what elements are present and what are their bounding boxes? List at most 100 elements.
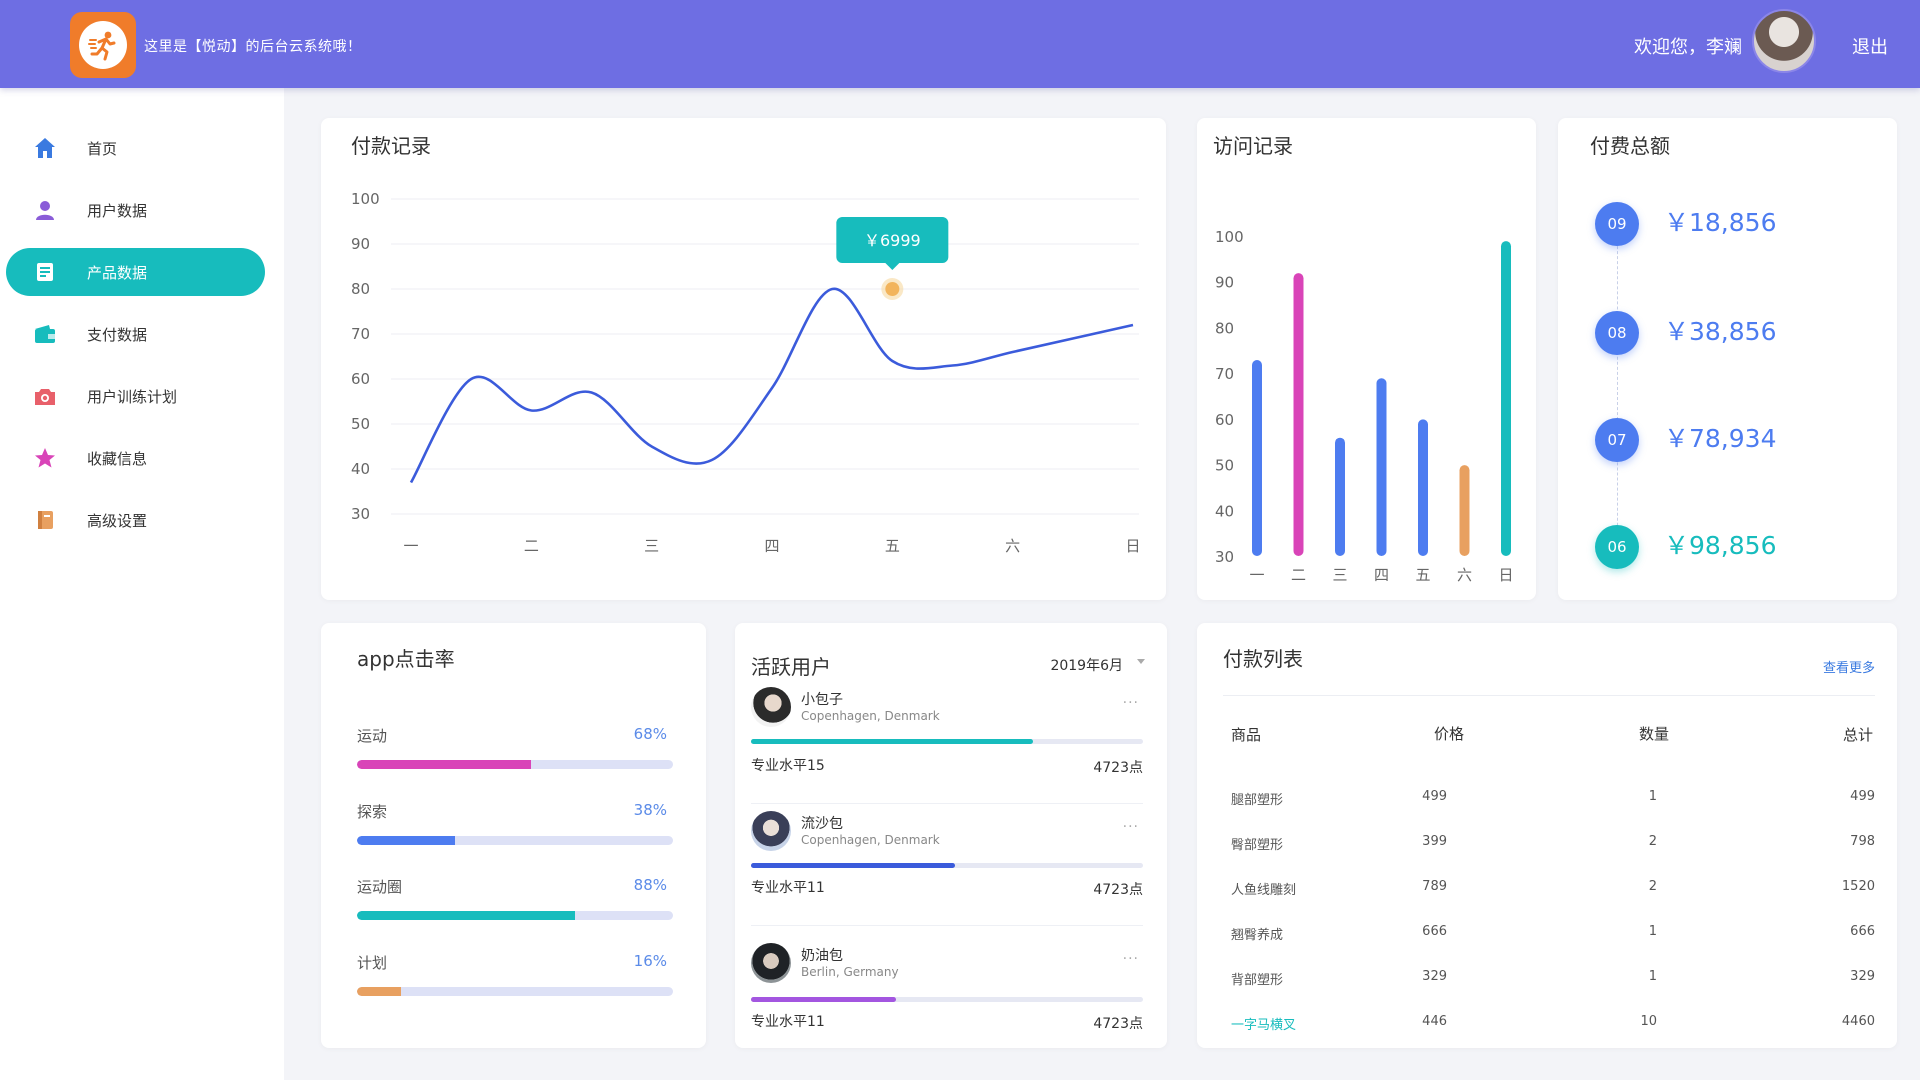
user-avatar[interactable] [1752,9,1816,73]
sidebar-item-training-plan[interactable]: 用户训练计划 [6,372,265,420]
click-rate-track [357,987,673,996]
click-rate-fill [357,836,455,845]
product-name-cell: 臀部塑形 [1231,838,1284,853]
user-points: 4723点 [1093,1016,1143,1032]
payment-list-card: 付款列表 查看更多 商品 价格 数量 总计 腿部塑形 499 1 499 臀部塑形 399… [1197,623,1897,1048]
user-progress-fill [751,739,1034,744]
user-progress-track [751,997,1143,1002]
product-name-cell[interactable]: 一字马横叉 [1231,1014,1296,1033]
user-progress-fill [751,997,897,1002]
click-rate-percent: 16% [633,952,667,970]
total-amount: ￥18,856 [1664,208,1777,237]
sidebar: 首页 用户数据 产品数据 支付数据 用户训练计划 收藏信息 高级设置 [0,88,284,1080]
x-tick-label: 一 [1249,566,1264,584]
x-tick-label: 一 [403,537,418,555]
click-rate-track [357,760,673,769]
y-tick-label: 40 [351,460,370,478]
column-header: 数量 [1639,725,1670,743]
x-tick-label: 六 [1005,537,1020,555]
y-tick-label: 60 [1215,411,1234,429]
avatar [751,687,791,727]
x-tick-label: 二 [1291,566,1306,584]
tooltip-label: ￥6999 [864,231,921,250]
y-tick-label: 90 [351,235,370,253]
user-icon [32,197,58,223]
sidebar-item-home[interactable]: 首页 [6,124,265,172]
table-cell: 499 [1422,789,1447,804]
app-logo[interactable] [70,12,136,78]
series-line [409,287,1134,484]
user-name: 流沙包 [801,816,843,832]
timeline-dot: 09 [1595,202,1639,246]
timeline-dot: 08 [1595,311,1639,355]
total-amount: ￥78,934 [1664,424,1777,453]
user-progress-fill [751,863,955,868]
table-cell: 329 [1422,969,1447,984]
top-header: 这里是【悦动】的后台云系统哦！ 欢迎您，李斓 退出 [0,0,1920,88]
y-tick-label: 80 [1215,319,1234,337]
timeline-dot: 07 [1595,418,1639,462]
tooltip-arrow [885,263,900,270]
y-tick-label: 60 [351,370,370,388]
table-cell: 446 [1422,1014,1447,1029]
user-location: Berlin, Germany [801,965,899,979]
y-tick-label: 30 [1215,548,1234,566]
list-item[interactable]: 奶油包 Berlin, Germany ··· 专业水平11 4723点 [751,943,1143,1043]
y-tick-label: 70 [351,325,370,343]
click-rate-track [357,911,673,920]
avatar [751,811,791,851]
sidebar-item-label: 用户数据 [87,201,148,220]
welcome-text: 欢迎您，李斓 [1634,37,1742,58]
click-rate-label: 计划 [357,954,388,972]
chevron-down-icon[interactable] [1137,659,1145,664]
user-progress-track [751,739,1143,744]
table-cell: 499 [1850,789,1875,804]
column-header: 商品 [1231,726,1262,744]
total-amount: ￥98,856 [1664,531,1777,560]
y-tick-label: 50 [351,415,370,433]
user-points: 4723点 [1093,882,1143,898]
highlight-point [885,282,900,296]
sidebar-item-product-data[interactable]: 产品数据 [6,248,265,296]
x-tick-label: 三 [644,537,659,555]
sidebar-item-advanced-settings[interactable]: 高级设置 [6,496,265,544]
divider [751,925,1143,926]
table-cell: 1 [1648,789,1657,804]
list-item[interactable]: 小包子 Copenhagen, Denmark ··· 专业水平15 4723点 [751,687,1143,787]
document-icon [32,259,58,285]
payment-record-card: 付款记录 100 90 80 70 60 50 40 30 一二三四五六日 ￥6999 [321,118,1166,600]
sidebar-item-user-data[interactable]: 用户数据 [6,186,265,234]
sidebar-item-label: 支付数据 [87,325,148,344]
period-select[interactable]: 2019年6月 [1050,655,1123,675]
table-cell: 4460 [1841,1014,1875,1029]
more-options-icon[interactable]: ··· [1123,951,1139,967]
camera-icon [32,383,58,409]
sidebar-item-payment-data[interactable]: 支付数据 [6,310,265,358]
x-tick-label: 四 [1374,566,1389,584]
table-cell: 1 [1648,969,1657,984]
x-tick-label: 三 [1332,566,1347,584]
wallet-icon [32,321,58,347]
list-item[interactable]: 流沙包 Copenhagen, Denmark ··· 专业水平11 4723点 [751,811,1143,911]
visit-record-card: 访问记录 100 90 80 70 60 50 40 30 一二三四五六日 [1197,118,1536,600]
more-options-icon[interactable]: ··· [1123,819,1139,835]
table-cell: 10 [1640,1014,1657,1029]
logout-button[interactable]: 退出 [1852,33,1888,59]
y-tick-label: 70 [1215,365,1234,383]
y-tick-label: 30 [351,505,370,523]
more-options-icon[interactable]: ··· [1123,695,1139,711]
y-tick-label: 90 [1215,274,1234,292]
y-tick-label: 100 [1215,228,1244,246]
app-click-rate-title: app点击率 [357,647,455,671]
sidebar-item-favorites[interactable]: 收藏信息 [6,434,265,482]
y-tick-label: 100 [351,190,380,208]
see-more-link[interactable]: 查看更多 [1823,657,1875,676]
click-rate-percent: 88% [633,876,667,894]
table-cell: 2 [1648,879,1657,894]
avatar [751,943,791,983]
header-title: 这里是【悦动】的后台云系统哦！ [144,39,362,55]
sidebar-item-label: 首页 [87,139,118,158]
product-name-cell: 翘臀养成 [1231,928,1284,943]
active-users-card: 活跃用户 2019年6月 小包子 Copenhagen, Denmark ···… [735,623,1167,1048]
divider [1223,695,1875,696]
